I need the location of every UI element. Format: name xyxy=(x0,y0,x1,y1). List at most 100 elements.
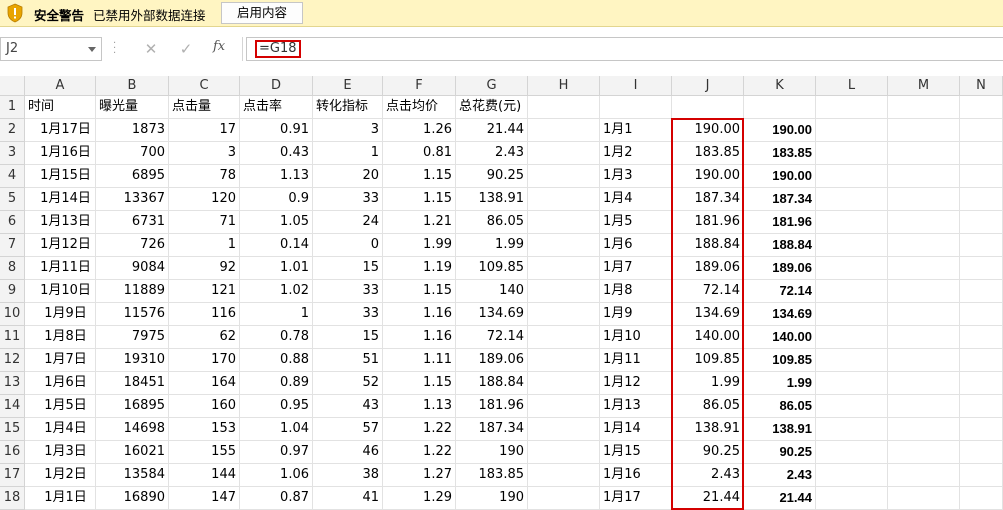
cell-g14[interactable]: 181.96 xyxy=(456,395,528,418)
cell-k6[interactable]: 181.96 xyxy=(744,211,816,234)
cell-i15[interactable]: 1月14 xyxy=(600,418,672,441)
cell-h10[interactable] xyxy=(528,303,600,326)
cell-h13[interactable] xyxy=(528,372,600,395)
cell-m3[interactable] xyxy=(888,142,960,165)
cell-j3[interactable]: 183.85 xyxy=(672,142,744,165)
cell-l15[interactable] xyxy=(816,418,888,441)
cell-k15[interactable]: 138.91 xyxy=(744,418,816,441)
column-header-l[interactable]: L xyxy=(816,76,888,96)
cell-c12[interactable]: 170 xyxy=(169,349,240,372)
cell-n16[interactable] xyxy=(960,441,1003,464)
cell-n2[interactable] xyxy=(960,119,1003,142)
enable-content-button[interactable]: 启用内容 xyxy=(221,2,303,24)
cell-a8[interactable]: 1月11日 xyxy=(25,257,96,280)
cell-m14[interactable] xyxy=(888,395,960,418)
cell-n15[interactable] xyxy=(960,418,1003,441)
cell-b12[interactable]: 19310 xyxy=(96,349,169,372)
row-header-11[interactable]: 11 xyxy=(0,326,25,349)
cell-k4[interactable]: 190.00 xyxy=(744,165,816,188)
cell-e17[interactable]: 38 xyxy=(313,464,383,487)
cell-f1[interactable]: 点击均价 xyxy=(383,96,456,119)
cell-h9[interactable] xyxy=(528,280,600,303)
cell-g1[interactable]: 总花费(元) xyxy=(456,96,528,119)
cell-a9[interactable]: 1月10日 xyxy=(25,280,96,303)
cell-e4[interactable]: 20 xyxy=(313,165,383,188)
cell-d4[interactable]: 1.13 xyxy=(240,165,313,188)
cell-h3[interactable] xyxy=(528,142,600,165)
cell-f10[interactable]: 1.16 xyxy=(383,303,456,326)
row-header-16[interactable]: 16 xyxy=(0,441,25,464)
cell-c17[interactable]: 144 xyxy=(169,464,240,487)
cell-c13[interactable]: 164 xyxy=(169,372,240,395)
cell-i9[interactable]: 1月8 xyxy=(600,280,672,303)
cell-e13[interactable]: 52 xyxy=(313,372,383,395)
cell-e5[interactable]: 33 xyxy=(313,188,383,211)
cell-e18[interactable]: 41 xyxy=(313,487,383,510)
cell-b4[interactable]: 6895 xyxy=(96,165,169,188)
cell-a7[interactable]: 1月12日 xyxy=(25,234,96,257)
cell-c18[interactable]: 147 xyxy=(169,487,240,510)
cell-h18[interactable] xyxy=(528,487,600,510)
cell-j1[interactable] xyxy=(672,96,744,119)
cell-j4[interactable]: 190.00 xyxy=(672,165,744,188)
cell-d16[interactable]: 0.97 xyxy=(240,441,313,464)
cell-m6[interactable] xyxy=(888,211,960,234)
cell-b9[interactable]: 11889 xyxy=(96,280,169,303)
column-header-c[interactable]: C xyxy=(169,76,240,96)
cell-b1[interactable]: 曝光量 xyxy=(96,96,169,119)
cell-k16[interactable]: 90.25 xyxy=(744,441,816,464)
cell-i10[interactable]: 1月9 xyxy=(600,303,672,326)
cell-h6[interactable] xyxy=(528,211,600,234)
drag-handle-icon[interactable]: · · · xyxy=(113,39,117,59)
cell-e16[interactable]: 46 xyxy=(313,441,383,464)
cell-l5[interactable] xyxy=(816,188,888,211)
cell-c4[interactable]: 78 xyxy=(169,165,240,188)
column-header-k[interactable]: K xyxy=(744,76,816,96)
cell-a1[interactable]: 时间 xyxy=(25,96,96,119)
cell-i1[interactable] xyxy=(600,96,672,119)
cell-l17[interactable] xyxy=(816,464,888,487)
cell-k12[interactable]: 109.85 xyxy=(744,349,816,372)
cell-i14[interactable]: 1月13 xyxy=(600,395,672,418)
cell-a14[interactable]: 1月5日 xyxy=(25,395,96,418)
cell-e7[interactable]: 0 xyxy=(313,234,383,257)
cell-k9[interactable]: 72.14 xyxy=(744,280,816,303)
row-header-14[interactable]: 14 xyxy=(0,395,25,418)
cell-c2[interactable]: 17 xyxy=(169,119,240,142)
cell-g18[interactable]: 190 xyxy=(456,487,528,510)
cell-g13[interactable]: 188.84 xyxy=(456,372,528,395)
cell-m1[interactable] xyxy=(888,96,960,119)
cell-b10[interactable]: 11576 xyxy=(96,303,169,326)
cell-f4[interactable]: 1.15 xyxy=(383,165,456,188)
cell-l8[interactable] xyxy=(816,257,888,280)
cell-d8[interactable]: 1.01 xyxy=(240,257,313,280)
cell-h1[interactable] xyxy=(528,96,600,119)
cell-m13[interactable] xyxy=(888,372,960,395)
cell-n6[interactable] xyxy=(960,211,1003,234)
cell-d17[interactable]: 1.06 xyxy=(240,464,313,487)
cell-d1[interactable]: 点击率 xyxy=(240,96,313,119)
cell-a18[interactable]: 1月1日 xyxy=(25,487,96,510)
cell-g9[interactable]: 140 xyxy=(456,280,528,303)
cell-n7[interactable] xyxy=(960,234,1003,257)
cell-i6[interactable]: 1月5 xyxy=(600,211,672,234)
cell-i11[interactable]: 1月10 xyxy=(600,326,672,349)
cell-m17[interactable] xyxy=(888,464,960,487)
cell-j7[interactable]: 188.84 xyxy=(672,234,744,257)
cell-l11[interactable] xyxy=(816,326,888,349)
cell-d10[interactable]: 1 xyxy=(240,303,313,326)
cell-n9[interactable] xyxy=(960,280,1003,303)
cell-a2[interactable]: 1月17日 xyxy=(25,119,96,142)
cell-n13[interactable] xyxy=(960,372,1003,395)
cell-n18[interactable] xyxy=(960,487,1003,510)
cell-j11[interactable]: 140.00 xyxy=(672,326,744,349)
cell-c10[interactable]: 116 xyxy=(169,303,240,326)
cell-l2[interactable] xyxy=(816,119,888,142)
cell-d5[interactable]: 0.9 xyxy=(240,188,313,211)
cell-f15[interactable]: 1.22 xyxy=(383,418,456,441)
cell-b6[interactable]: 6731 xyxy=(96,211,169,234)
cell-b15[interactable]: 14698 xyxy=(96,418,169,441)
cell-b11[interactable]: 7975 xyxy=(96,326,169,349)
cell-b5[interactable]: 13367 xyxy=(96,188,169,211)
cell-m4[interactable] xyxy=(888,165,960,188)
